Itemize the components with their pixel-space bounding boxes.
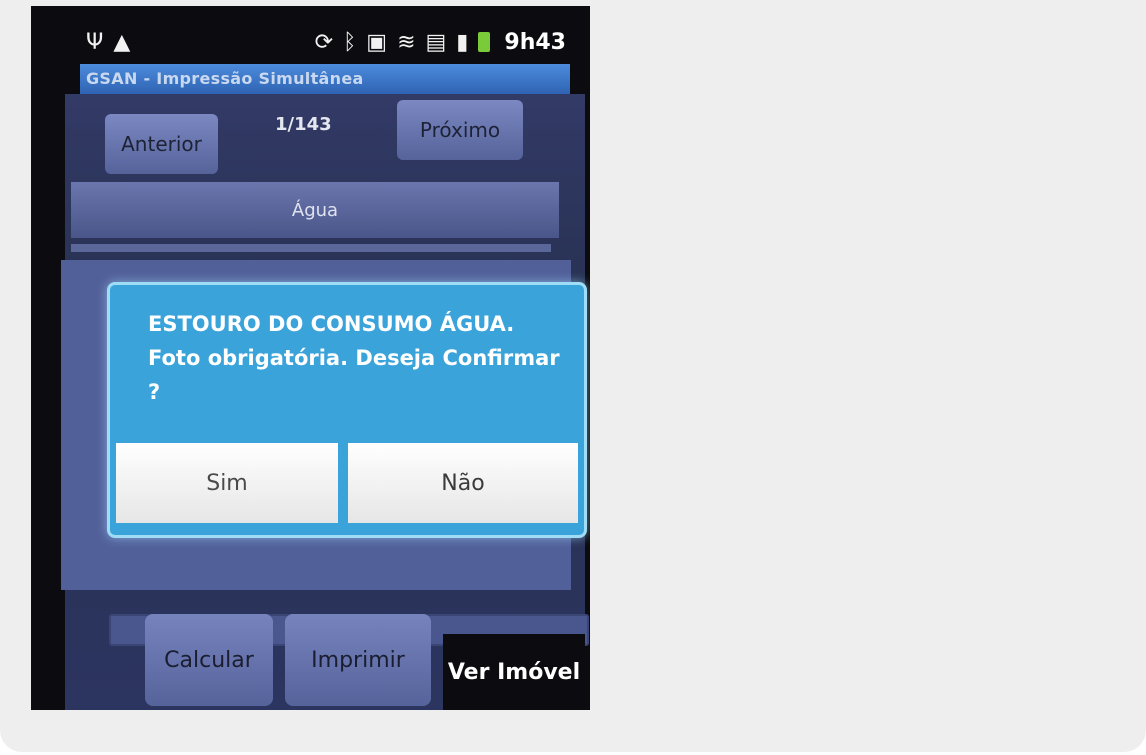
confirm-dialog: ESTOURO DO CONSUMO ÁGUA. Foto obrigatóri…: [107, 282, 587, 538]
status-time: 9h43: [504, 29, 566, 55]
dialog-message: ESTOURO DO CONSUMO ÁGUA. Foto obrigatóri…: [148, 312, 560, 404]
vibrate-icon: ▣: [366, 29, 388, 55]
record-counter: 1/143: [275, 114, 332, 135]
no-button[interactable]: Não: [348, 443, 578, 523]
previous-button[interactable]: Anterior: [105, 114, 218, 174]
imprimir-button[interactable]: Imprimir: [285, 614, 431, 706]
calcular-button[interactable]: Calcular: [145, 614, 273, 706]
usb-icon: Ψ: [86, 29, 104, 55]
wifi-icon: ≋: [397, 29, 416, 55]
screenshot-frame: Ψ ▲ ⟳ ᛒ ▣ ≋ ▤ ▮ 9h43 GSAN - Impressão Si…: [0, 0, 1146, 752]
sim-icon: ▤: [425, 29, 447, 55]
app-title: GSAN - Impressão Simultânea: [86, 69, 364, 88]
next-button[interactable]: Próximo: [397, 100, 523, 160]
section-title: Água: [291, 199, 339, 221]
sync-icon: ⟳: [314, 29, 334, 55]
app-title-bar: GSAN - Impressão Simultânea: [80, 64, 570, 94]
phone-screen: Ψ ▲ ⟳ ᛒ ▣ ≋ ▤ ▮ 9h43 GSAN - Impressão Si…: [31, 6, 590, 710]
section-header[interactable]: Água: [71, 182, 559, 238]
yes-button[interactable]: Sim: [116, 443, 338, 523]
section-divider: [71, 244, 551, 252]
ver-imovel-tab[interactable]: Ver Imóvel: [443, 634, 585, 710]
bluetooth-icon: ᛒ: [343, 29, 357, 55]
warning-icon: ▲: [113, 29, 131, 55]
signal-icon: ▮: [456, 29, 469, 55]
status-bar: Ψ ▲ ⟳ ᛒ ▣ ≋ ▤ ▮ 9h43: [86, 16, 566, 68]
battery-icon: [478, 32, 491, 52]
